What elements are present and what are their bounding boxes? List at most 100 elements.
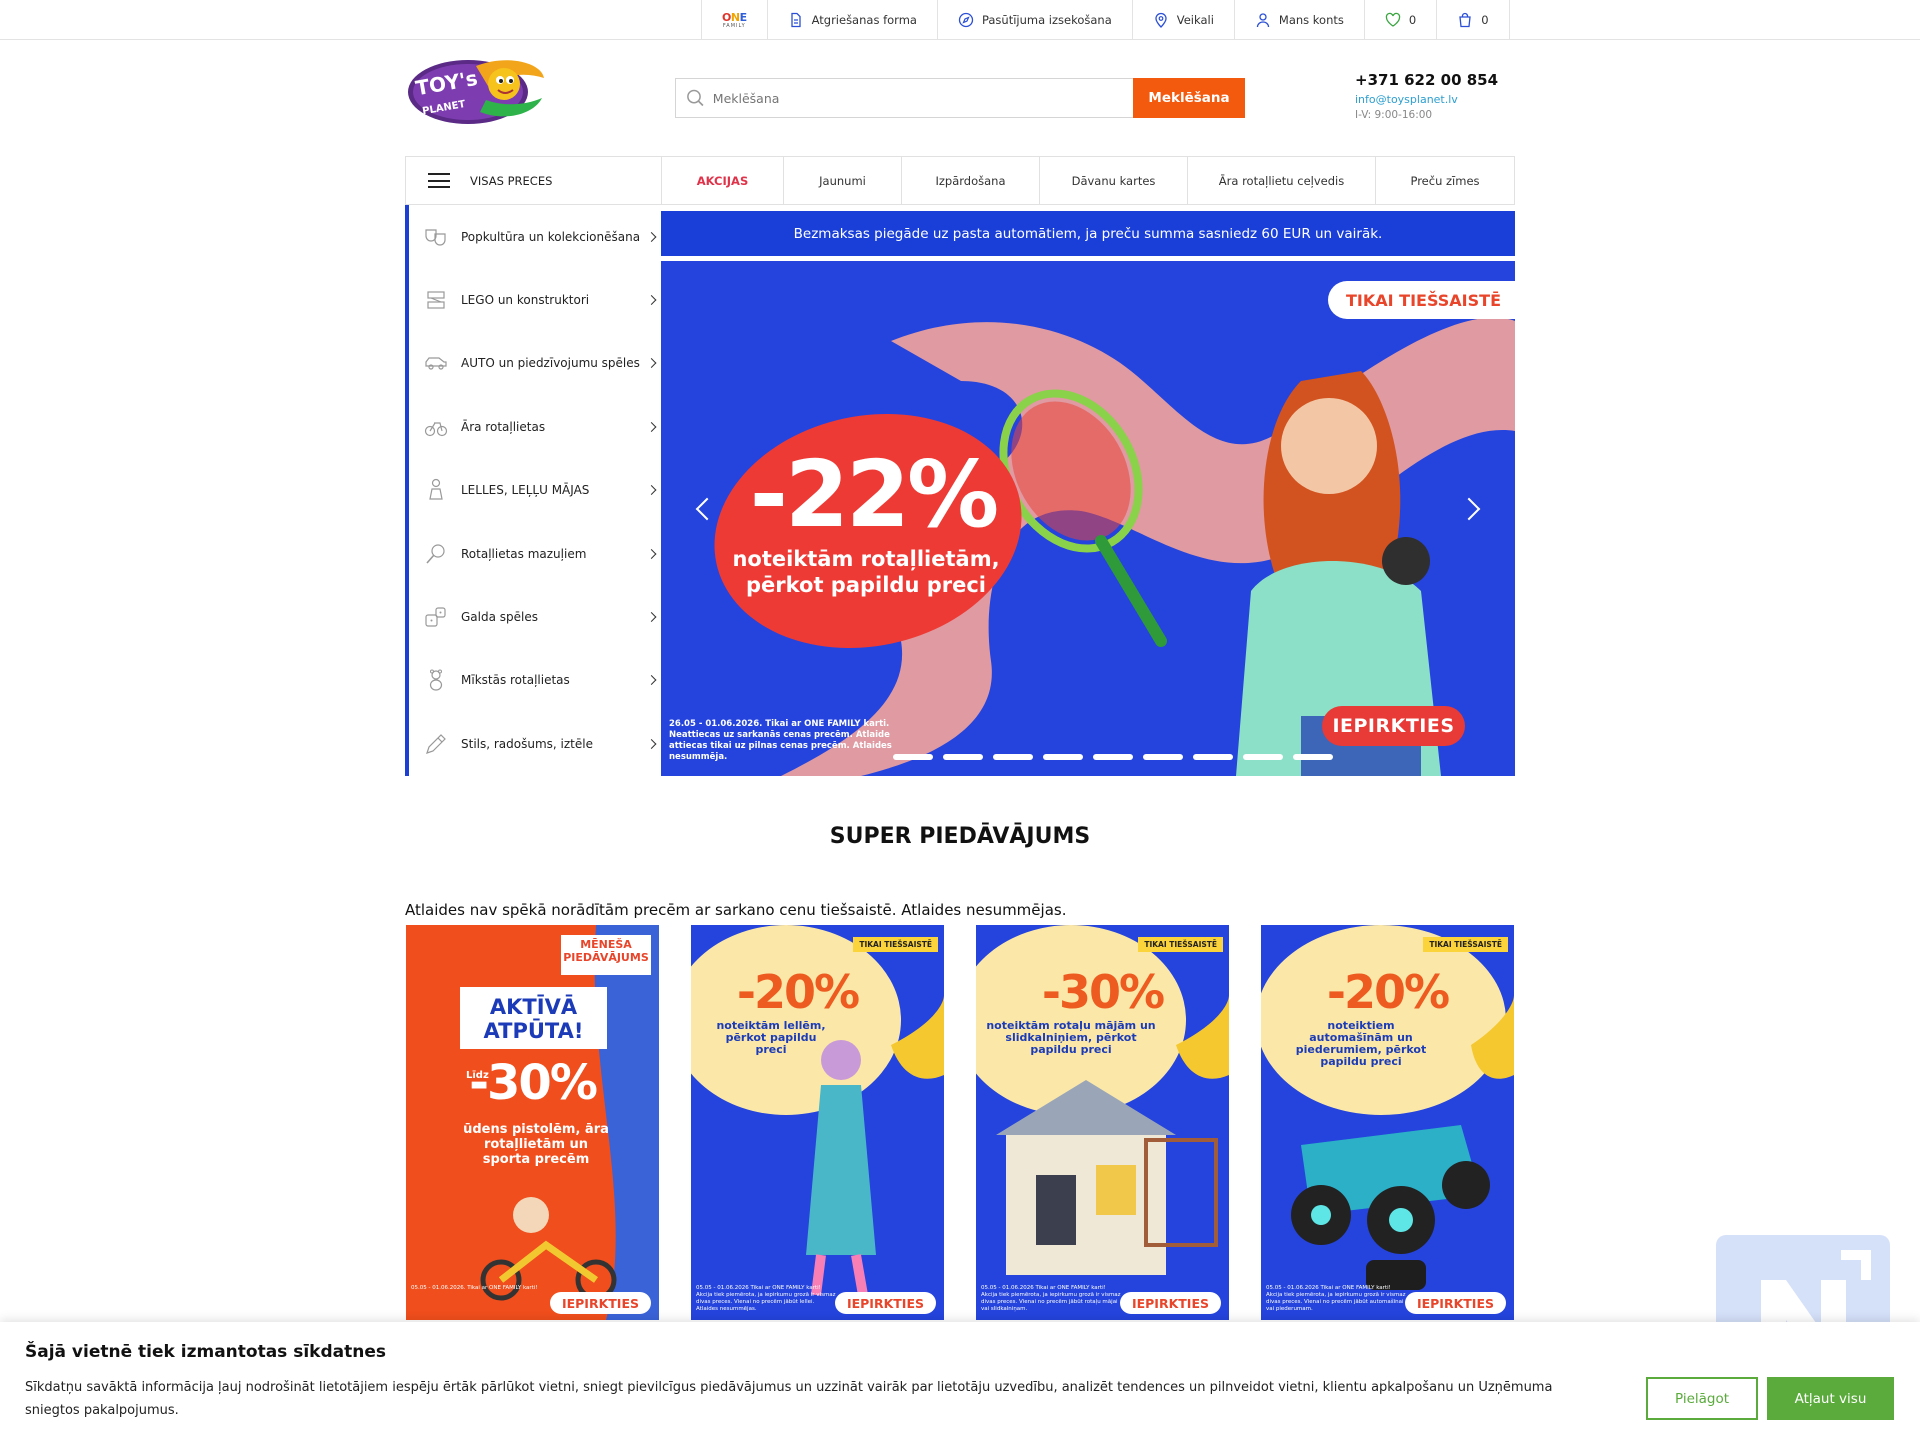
chevron-right-icon: [646, 231, 657, 242]
carousel-dot[interactable]: [943, 754, 983, 760]
offer-shop-button[interactable]: IEPIRKTIES: [1119, 1292, 1221, 1314]
return-form-link[interactable]: Atgriešanas forma: [768, 0, 938, 40]
one-family-link[interactable]: ONE FAMILY: [702, 0, 768, 40]
nav-item-jaunumi[interactable]: Jaunumi: [784, 157, 902, 204]
offer-card-cars[interactable]: TIKAI TIEŠSAISTĒ -20% noteiktiem automaš…: [1261, 925, 1514, 1320]
free-delivery-banner: Bezmaksas piegāde uz pasta automātiem, j…: [661, 211, 1515, 256]
chevron-right-icon: [646, 738, 657, 749]
search-button[interactable]: Meklēšana: [1133, 78, 1245, 118]
user-icon: [1256, 13, 1270, 28]
chevron-right-icon: [646, 612, 657, 622]
hero-discount: -22%: [749, 441, 999, 548]
masks-icon: [425, 229, 446, 246]
sidebar-item-baby[interactable]: Rotaļlietas mazuļiem: [409, 522, 661, 585]
offer-terms: 05.05 - 01.06.2026 Tikai ar ONE FAMILY k…: [1266, 1285, 1406, 1312]
carousel-dot[interactable]: [1093, 754, 1133, 760]
sidebar-item-dolls[interactable]: LELLES, LEĻĻU MĀJAS: [409, 459, 661, 522]
nav-item-akcijas[interactable]: AKCIJAS: [662, 157, 784, 204]
cart-count: 0: [1481, 13, 1489, 27]
stores-link[interactable]: Veikali: [1133, 0, 1235, 40]
offer-terms: 05.05 - 01.06.2026 Tikai ar ONE FAMILY k…: [696, 1285, 836, 1312]
offer-description: noteiktām rotaļu mājām un slidkalniņiem,…: [986, 1019, 1156, 1056]
email-link[interactable]: info@toysplanet.lv: [1355, 93, 1498, 106]
cookie-customize-button[interactable]: Pielāgot: [1646, 1377, 1758, 1420]
nav-item-ara-celvedis[interactable]: Āra rotaļlietu ceļvedis: [1188, 157, 1376, 204]
offer-shop-button[interactable]: IEPIRKTIES: [549, 1292, 651, 1314]
teddy-bear-icon: [429, 669, 443, 692]
sidebar-item-lego[interactable]: LEGO un konstruktori: [409, 268, 661, 331]
online-only-tag: TIKAI TIEŠSAISTĒ: [853, 937, 938, 952]
online-only-tag: TIKAI TIEŠSAISTĒ: [1138, 937, 1223, 952]
sidebar-item-auto[interactable]: AUTO un piedzīvojumu spēles: [409, 332, 661, 395]
wishlist-link[interactable]: 0: [1365, 0, 1438, 40]
chevron-right-icon: [646, 485, 657, 496]
carousel-dot[interactable]: [1243, 754, 1283, 760]
top-utility-bar: ONE FAMILY Atgriešanas forma Pasūtījuma …: [0, 0, 1920, 40]
order-tracking-link[interactable]: Pasūtījuma izsekošana: [938, 0, 1133, 40]
search-icon: [687, 89, 704, 107]
sidebar-item-label: Galda spēles: [461, 610, 538, 625]
hero-shop-button[interactable]: IEPIRKTIES: [1322, 706, 1465, 746]
online-only-badge: TIKAI TIEŠSAISTĒ: [1328, 281, 1515, 319]
carousel-dot[interactable]: [893, 754, 933, 760]
offer-shop-button[interactable]: IEPIRKTIES: [1404, 1292, 1506, 1314]
carousel-dot[interactable]: [993, 754, 1033, 760]
sidebar-item-label: Rotaļlietas mazuļiem: [461, 546, 587, 561]
offer-shop-button[interactable]: IEPIRKTIES: [834, 1292, 936, 1314]
brick-icon: [427, 291, 445, 309]
hamburger-icon: [428, 173, 450, 188]
heart-icon: [1385, 12, 1401, 27]
offer-card-active-leisure[interactable]: MĒNEŠA PIEDĀVĀJUMS AKTĪVĀ ATPŪTA! Līdz -…: [406, 925, 659, 1320]
offer-description: noteiktiem automašīnām un piederumiem, p…: [1295, 1019, 1427, 1068]
search-input[interactable]: [712, 90, 1123, 106]
one-family-logo: ONE FAMILY: [722, 10, 747, 29]
sidebar-item-label: Stils, radošums, iztēle: [461, 736, 593, 751]
sidebar-item-board-games[interactable]: Galda spēles: [409, 585, 661, 648]
my-account-link[interactable]: Mans konts: [1235, 0, 1365, 40]
sidebar-item-label: Āra rotaļlietas: [461, 419, 546, 434]
compass-icon: [958, 12, 974, 28]
carousel-dot[interactable]: [1043, 754, 1083, 760]
doll-icon: [429, 479, 443, 500]
search-field[interactable]: [675, 78, 1133, 118]
carousel-dot[interactable]: [1193, 754, 1233, 760]
sidebar-item-soft-toys[interactable]: Mīkstās rotaļlietas: [409, 649, 661, 712]
toys-planet-logo[interactable]: TOY's PLANET: [406, 52, 548, 128]
rattle-icon: [426, 544, 445, 564]
offer-card-dolls[interactable]: TIKAI TIEŠSAISTĒ -20% noteiktām lellēm, …: [691, 925, 944, 1320]
car-icon: [425, 357, 447, 371]
offer-discount: -20%: [1326, 965, 1450, 1019]
hero-terms: 26.05 - 01.06.2026. Tikai ar ONE FAMILY …: [669, 719, 892, 762]
carousel-dots: [893, 754, 1333, 760]
chevron-right-icon: [646, 548, 657, 559]
nav-item-izpardosana[interactable]: Izpārdošana: [902, 157, 1040, 204]
nav-item-precu-zimes[interactable]: Preču zīmes: [1376, 157, 1514, 204]
all-products-label: VISAS PRECES: [470, 173, 553, 188]
hero-carousel[interactable]: TIKAI TIEŠSAISTĒ -22% noteiktām rotaļlie…: [661, 261, 1515, 776]
cart-link[interactable]: 0: [1437, 0, 1510, 40]
contact-block: +371 622 00 854 info@toysplanet.lv I-V: …: [1355, 71, 1498, 121]
cookie-allow-all-button[interactable]: Atļaut visu: [1767, 1377, 1894, 1420]
document-icon: [790, 12, 801, 28]
carousel-dot[interactable]: [1143, 754, 1183, 760]
chevron-right-icon: [646, 421, 657, 432]
bicycle-icon: [424, 422, 448, 436]
chevron-right-icon: [646, 675, 657, 686]
offer-headline: AKTĪVĀ ATPŪTA!: [483, 995, 584, 1043]
nav-item-davanu-kartes[interactable]: Dāvanu kartes: [1040, 157, 1188, 204]
phone-number[interactable]: +371 622 00 854: [1355, 71, 1498, 89]
offer-card-playhouses[interactable]: TIKAI TIEŠSAISTĒ -30% noteiktām rotaļu m…: [976, 925, 1229, 1320]
carousel-dot[interactable]: [1293, 754, 1333, 760]
search-bar: Meklēšana: [675, 78, 1245, 118]
offer-description: ūdens pistolēm, āra rotaļlietām un sport…: [463, 1122, 609, 1167]
sidebar-item-outdoor[interactable]: Āra rotaļlietas: [409, 395, 661, 458]
return-form-label: Atgriešanas forma: [811, 13, 917, 27]
offer-terms: 05.05 - 01.06.2026. Tikai ar ONE FAMILY …: [411, 1285, 538, 1291]
offer-discount: -30%: [469, 1055, 598, 1111]
dice-icon: [425, 607, 446, 627]
sidebar-item-creativity[interactable]: Stils, radošums, iztēle: [409, 712, 661, 775]
offer-discount: -20%: [736, 965, 860, 1019]
sidebar-item-popculture[interactable]: Popkultūra un kolekcionēšana: [409, 205, 661, 268]
sidebar-item-label: AUTO un piedzīvojumu spēles: [461, 356, 640, 371]
all-products-menu[interactable]: VISAS PRECES: [406, 157, 662, 204]
